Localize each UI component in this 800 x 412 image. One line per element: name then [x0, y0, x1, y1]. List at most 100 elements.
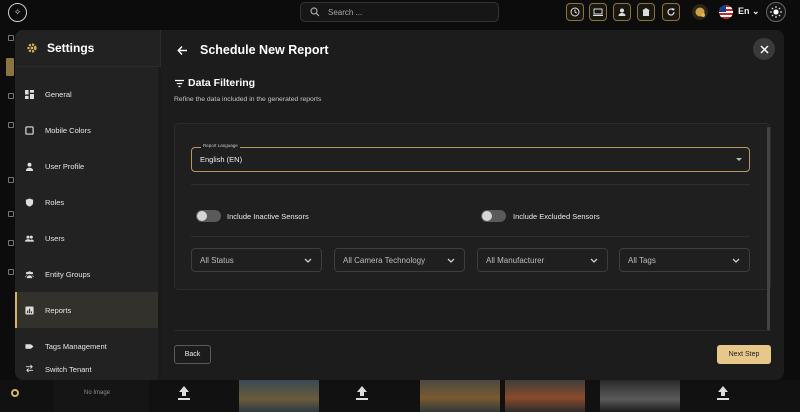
sidebar-item-switch-tenant[interactable]: Switch Tenant: [15, 364, 158, 374]
users-icon: [25, 235, 34, 242]
tags-filter-value: All Tags: [628, 256, 656, 265]
camera-technology-filter-dropdown[interactable]: All Camera Technology: [334, 248, 465, 272]
sidebar-item-users[interactable]: Users: [15, 220, 158, 256]
upload-icon[interactable]: [356, 386, 368, 400]
tags-filter-dropdown[interactable]: All Tags: [619, 248, 750, 272]
flag-us-icon[interactable]: [719, 5, 733, 19]
content-scrollbar[interactable]: [767, 127, 770, 331]
chevron-down-icon: [732, 258, 740, 263]
sidebar-item-user-profile[interactable]: User Profile: [15, 148, 158, 184]
caret-down-icon: [736, 158, 742, 161]
chevron-down-icon: [447, 258, 455, 263]
refresh-button[interactable]: [662, 3, 680, 21]
filter-icon: [175, 79, 184, 88]
switch-icon: [25, 364, 34, 373]
no-image-label: No Image: [84, 390, 111, 396]
rail-icon-active[interactable]: [6, 58, 14, 76]
page-title: Schedule New Report: [200, 43, 329, 57]
sidebar-item-label: General: [45, 89, 72, 99]
status-filter-dropdown[interactable]: All Status: [191, 248, 322, 272]
camera-technology-filter-value: All Camera Technology: [343, 256, 426, 265]
back-arrow-icon[interactable]: [177, 45, 188, 56]
settings-header: Settings: [15, 30, 160, 67]
include-inactive-toggle[interactable]: [196, 210, 221, 222]
sidebar-item-label: Mobile Colors: [45, 125, 91, 135]
rail-icon[interactable]: [8, 240, 14, 246]
search-input[interactable]: [328, 7, 488, 17]
sidebar-item-reports[interactable]: Reports: [15, 292, 158, 328]
divider: [191, 236, 750, 237]
chevron-down-icon: [304, 258, 312, 263]
report-language-select[interactable]: Report Language English (EN): [191, 143, 750, 172]
sun-icon: [770, 6, 782, 18]
camera-thumbnail[interactable]: [420, 380, 500, 412]
upload-icon[interactable]: [717, 386, 729, 400]
sidebar-item-entity-groups[interactable]: Entity Groups: [15, 256, 158, 292]
manufacturer-filter-value: All Manufacturer: [486, 256, 545, 265]
sidebar-item-label: User Profile: [45, 161, 85, 171]
person-icon: [25, 162, 34, 171]
language-label: En: [738, 6, 750, 16]
dashboard-icon: [25, 89, 34, 99]
sidebar-item-mobile-colors[interactable]: Mobile Colors: [15, 112, 158, 148]
filter-card: Report Language English (EN) Include Ina…: [174, 123, 771, 290]
camera-thumbnail[interactable]: [505, 380, 585, 412]
sidebar-item-roles[interactable]: Roles: [15, 184, 158, 220]
sidebar-item-tags-management[interactable]: Tags Management: [15, 328, 158, 364]
coin-icon[interactable]: [692, 4, 708, 20]
include-excluded-label: Include Excluded Sensors: [513, 212, 600, 221]
report-panel: Schedule New Report Data Filtering Refin…: [161, 30, 784, 380]
user-icon: [618, 8, 626, 16]
user-button[interactable]: [613, 3, 631, 21]
include-inactive-label: Include Inactive Sensors: [227, 212, 309, 221]
report-language-label: Report Language: [201, 143, 240, 148]
monitor-button[interactable]: [589, 3, 607, 21]
app-logo[interactable]: ✧: [8, 3, 27, 22]
rail-icon[interactable]: [8, 269, 14, 275]
group-icon: [25, 270, 34, 278]
sidebar-item-label: Roles: [45, 197, 65, 207]
rail-icon[interactable]: [8, 93, 14, 99]
back-button[interactable]: Back: [174, 345, 211, 364]
language-selector[interactable]: En ⌄: [738, 6, 760, 17]
chevron-down-icon: ⌄: [752, 6, 760, 16]
sidebar-item-general[interactable]: General: [15, 76, 158, 112]
top-bar: ✧ En ⌄: [0, 0, 800, 25]
close-button[interactable]: [753, 38, 775, 60]
search-icon: [310, 7, 320, 17]
refresh-icon: [667, 8, 675, 16]
sidebar-item-label: Entity Groups: [45, 269, 91, 279]
chevron-down-icon: [590, 258, 598, 263]
rail-icon[interactable]: [8, 211, 14, 217]
camera-thumbnail[interactable]: [239, 380, 319, 412]
rail-icon[interactable]: [8, 122, 14, 128]
settings-modal: Settings General Mobile Colors User Prof…: [15, 30, 784, 380]
theme-toggle[interactable]: [766, 2, 786, 22]
sidebar-item-label: Users: [45, 233, 65, 243]
settings-title: Settings: [47, 41, 95, 55]
building-icon: [642, 8, 650, 16]
gear-icon[interactable]: [9, 386, 21, 400]
sidebar-item-label: Reports: [45, 305, 72, 315]
upload-icon[interactable]: [178, 386, 190, 400]
manufacturer-filter-dropdown[interactable]: All Manufacturer: [477, 248, 608, 272]
tag-icon: [25, 343, 34, 349]
divider: [191, 184, 750, 185]
background-nav-rail: [0, 25, 14, 412]
section-subtitle: Refine the data included in the generate…: [174, 96, 322, 103]
rail-icon[interactable]: [8, 35, 14, 41]
next-step-button[interactable]: Next Step: [717, 345, 771, 364]
footer-divider: [174, 330, 771, 331]
search-box[interactable]: [300, 2, 499, 22]
settings-sidebar: Settings General Mobile Colors User Prof…: [15, 30, 161, 380]
shield-icon: [25, 197, 34, 207]
rail-icon[interactable]: [8, 177, 14, 183]
report-language-value: English (EN): [200, 155, 243, 164]
history-button[interactable]: [566, 3, 584, 21]
section-title: Data Filtering: [188, 77, 256, 89]
camera-thumbnail[interactable]: [600, 380, 680, 412]
thumbnail[interactable]: [54, 380, 149, 412]
building-button[interactable]: [637, 3, 655, 21]
include-excluded-toggle[interactable]: [481, 210, 506, 222]
clock-icon: [570, 7, 580, 17]
